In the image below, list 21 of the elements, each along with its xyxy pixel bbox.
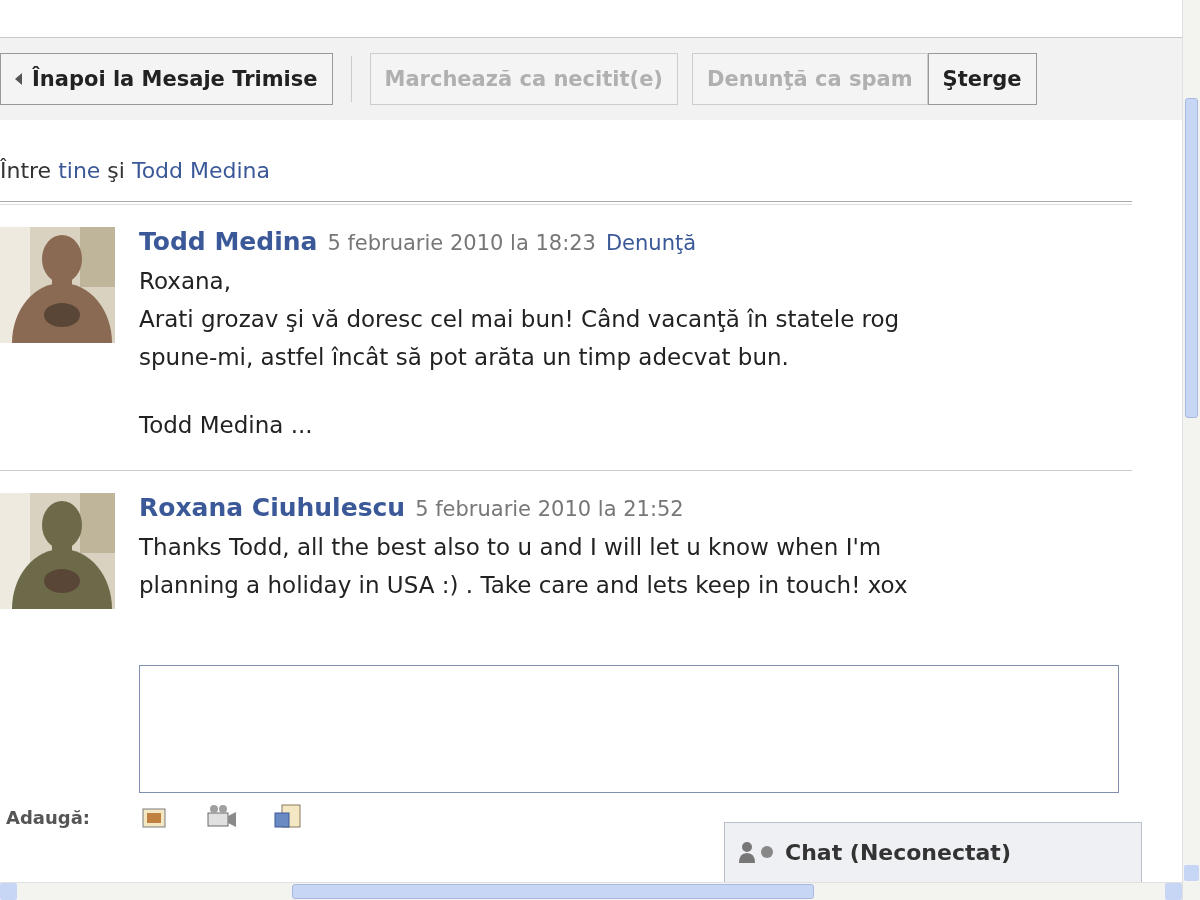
conversation-participants: Între tine şi Todd Medina (0, 157, 272, 185)
back-button[interactable]: Înapoi la Mesaje Trimise (0, 53, 333, 105)
message-date: 5 februarie 2010 la 18:23 (327, 231, 596, 255)
message-date: 5 februarie 2010 la 21:52 (415, 497, 684, 521)
document-icon[interactable] (272, 803, 304, 831)
author-link[interactable]: Roxana Ciuhulescu (139, 493, 406, 522)
author-link[interactable]: Todd Medina (139, 227, 318, 256)
message-text: Todd Medina ... (139, 411, 314, 440)
toolbar-button[interactable]: Şterge (927, 53, 1037, 105)
horizontal-scrollbar[interactable] (0, 882, 1182, 900)
reply-field[interactable] (139, 665, 1119, 793)
left-triangle-icon (15, 73, 22, 85)
message-text: Thanks Todd, all the best also to u and I will let u know when I'm planning a holiday in USA :) . Take care and lets keep in touch! xox (139, 533, 909, 600)
chat-bar[interactable]: Chat (Neconectat) (724, 822, 1142, 882)
participant-link[interactable]: Todd Medina (131, 158, 271, 183)
chat-label: Chat (Neconectat) (785, 839, 1011, 865)
attach-label: Adaugă: (6, 806, 91, 828)
message-text: Roxana, Arati grozav şi vă doresc cel mai bun! Când vacanţă în statele rog spune-mi, astfel încât să pot arăta un timp adecvat bun. (139, 267, 901, 372)
participant-link[interactable]: tine (58, 158, 101, 183)
vertical-scrollbar[interactable] (1182, 0, 1200, 900)
report-link[interactable]: Denunţă (605, 231, 697, 255)
